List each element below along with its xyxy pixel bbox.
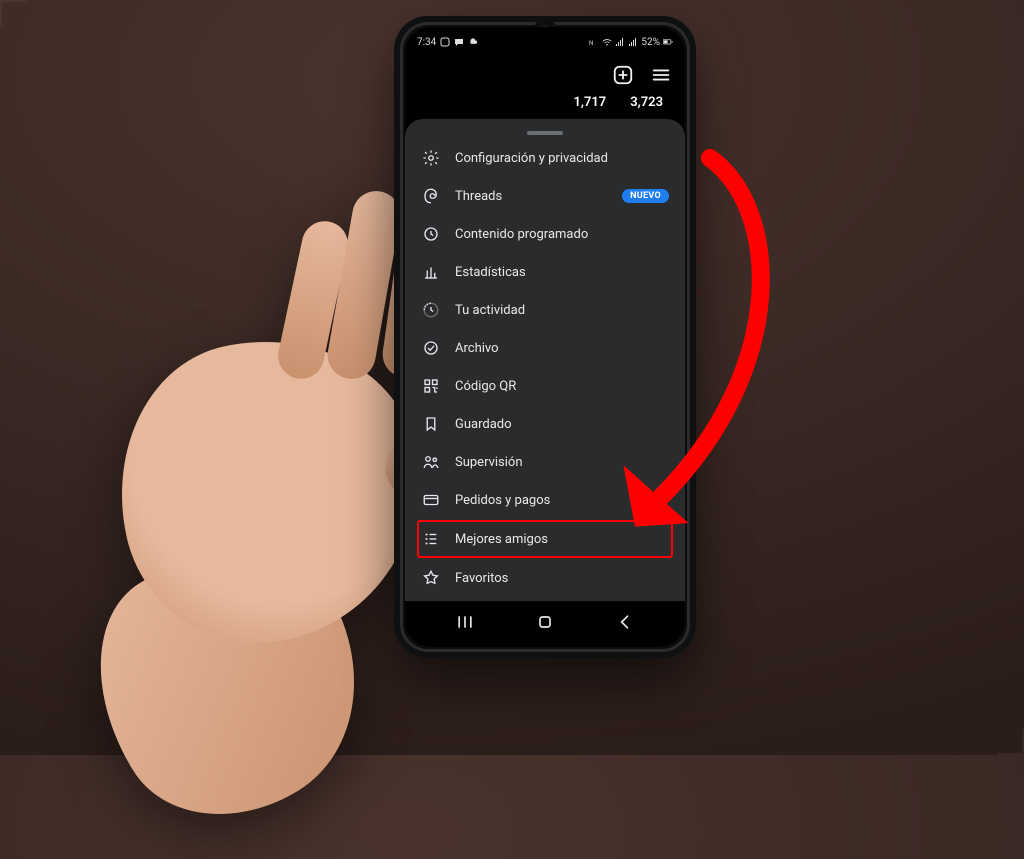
menu-item-discover-people[interactable]: Descubrir personas: [405, 597, 685, 601]
qr-icon: [421, 376, 441, 396]
close-friends-icon: [421, 529, 441, 549]
supervision-icon: [421, 452, 441, 472]
bookmark-icon: [421, 414, 441, 434]
menu-label: Supervisión: [455, 455, 669, 470]
profile-stats: 1,717 3,723: [405, 93, 685, 116]
stat-following[interactable]: 3,723: [630, 95, 663, 110]
new-badge: NUEVO: [622, 189, 669, 203]
clock-icon: [421, 224, 441, 244]
menu-label: Mejores amigos: [455, 532, 667, 547]
menu-item-favorites[interactable]: Favoritos: [405, 559, 685, 597]
nav-back-button[interactable]: [605, 608, 645, 636]
profile-top-bar: [405, 57, 685, 93]
phone-body: 7:34 N 52% 1,717: [394, 16, 696, 658]
menu-item-orders-payments[interactable]: Pedidos y pagos: [405, 481, 685, 519]
menu-label: Código QR: [455, 379, 669, 394]
menu-label: Estadísticas: [455, 265, 669, 280]
archive-icon: [421, 338, 441, 358]
status-wifi-icon: [602, 37, 612, 47]
menu-label: Pedidos y pagos: [455, 493, 669, 508]
menu-label: Contenido programado: [455, 227, 669, 242]
status-signal-1-icon: [615, 37, 625, 47]
options-menu: Configuración y privacidad Threads NUEVO…: [405, 139, 685, 601]
stats-icon: [421, 262, 441, 282]
status-signal-2-icon: [628, 37, 638, 47]
menu-item-settings[interactable]: Configuración y privacidad: [405, 139, 685, 177]
menu-label: Threads: [455, 189, 608, 204]
menu-label: Favoritos: [455, 571, 669, 586]
menu-item-activity[interactable]: Tu actividad: [405, 291, 685, 329]
status-time: 7:34: [417, 37, 436, 48]
menu-item-saved[interactable]: Guardado: [405, 405, 685, 443]
stat-followers[interactable]: 1,717: [573, 95, 606, 110]
menu-item-threads[interactable]: Threads NUEVO: [405, 177, 685, 215]
gear-icon: [421, 148, 441, 168]
phone-screen: 7:34 N 52% 1,717: [405, 27, 685, 647]
menu-label: Guardado: [455, 417, 669, 432]
nav-home-button[interactable]: [525, 608, 565, 636]
status-nfc-icon: N: [589, 37, 599, 47]
status-battery-text: 52%: [641, 37, 660, 48]
hamburger-menu-button[interactable]: [649, 63, 673, 87]
menu-label: Configuración y privacidad: [455, 151, 669, 166]
menu-item-qr[interactable]: Código QR: [405, 367, 685, 405]
menu-label: Archivo: [455, 341, 669, 356]
menu-item-scheduled[interactable]: Contenido programado: [405, 215, 685, 253]
activity-icon: [421, 300, 441, 320]
status-battery-icon: [663, 37, 673, 47]
threads-icon: [421, 186, 441, 206]
create-button[interactable]: [611, 63, 635, 87]
card-icon: [421, 490, 441, 510]
status-chat-icon: [454, 37, 464, 47]
menu-item-supervision[interactable]: Supervisión: [405, 443, 685, 481]
status-app-icon: [440, 37, 450, 47]
nav-recents-button[interactable]: [445, 608, 485, 636]
star-icon: [421, 568, 441, 588]
status-bar: 7:34 N 52%: [405, 27, 685, 57]
menu-item-archive[interactable]: Archivo: [405, 329, 685, 367]
status-cloud-icon: [468, 37, 478, 47]
android-nav-bar: [405, 605, 685, 639]
options-sheet: Configuración y privacidad Threads NUEVO…: [405, 119, 685, 601]
menu-item-close-friends[interactable]: Mejores amigos: [417, 520, 673, 558]
menu-item-insights[interactable]: Estadísticas: [405, 253, 685, 291]
sheet-grabber[interactable]: [527, 131, 563, 135]
svg-text:N: N: [589, 40, 593, 47]
menu-label: Tu actividad: [455, 303, 669, 318]
